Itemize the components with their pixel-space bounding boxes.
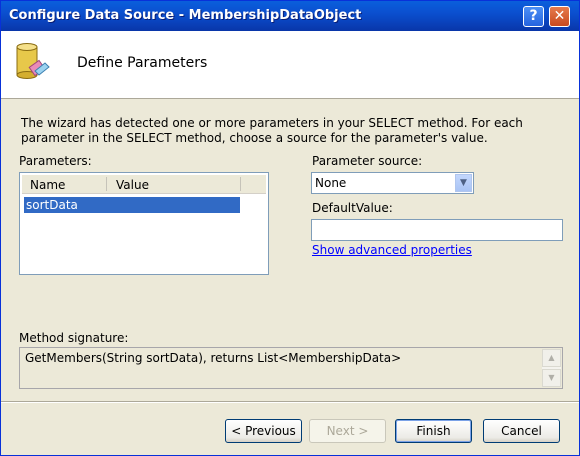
method-signature-label: Method signature: (19, 331, 129, 345)
column-header-name[interactable]: Name (30, 178, 65, 192)
vertical-scrollbar[interactable]: ▲ ▼ (542, 349, 561, 387)
finish-button[interactable]: Finish (395, 419, 472, 443)
chevron-down-icon[interactable]: ▼ (455, 174, 472, 192)
wizard-header: Define Parameters (1, 31, 579, 99)
previous-button[interactable]: < Previous (225, 419, 302, 443)
parameter-source-select[interactable]: None ▼ (311, 172, 474, 194)
title-bar: Configure Data Source - MembershipDataOb… (1, 1, 579, 31)
footer-divider-highlight (1, 402, 579, 403)
configure-data-source-dialog: Configure Data Source - MembershipDataOb… (0, 0, 580, 456)
wizard-description: The wizard has detected one or more para… (21, 116, 523, 145)
parameters-list-header: Name Value (22, 175, 266, 194)
parameter-row-sortdata[interactable]: sortData (24, 197, 240, 213)
next-button[interactable]: Next > (309, 419, 386, 443)
cancel-button[interactable]: Cancel (483, 419, 560, 443)
default-value-label: DefaultValue: (312, 201, 393, 215)
help-button[interactable]: ? (523, 6, 544, 27)
parameter-source-label: Parameter source: (312, 154, 423, 168)
database-icon (16, 43, 50, 79)
show-advanced-properties-link[interactable]: Show advanced properties (312, 243, 472, 257)
column-header-value[interactable]: Value (116, 178, 149, 192)
method-signature-value: GetMembers(String sortData), returns Lis… (25, 351, 402, 365)
column-divider[interactable] (240, 177, 241, 191)
page-title: Define Parameters (77, 55, 208, 71)
default-value-input[interactable] (311, 219, 563, 241)
column-divider[interactable] (106, 177, 107, 191)
parameters-list[interactable]: Name Value sortData (19, 172, 269, 275)
parameter-source-value: None (315, 176, 347, 190)
method-signature-box: GetMembers(String sortData), returns Lis… (19, 347, 563, 389)
close-button[interactable]: ✕ (549, 6, 570, 27)
scroll-down-icon[interactable]: ▼ (542, 369, 561, 387)
window-title: Configure Data Source - MembershipDataOb… (9, 8, 362, 23)
scroll-up-icon[interactable]: ▲ (542, 349, 561, 367)
parameters-label: Parameters: (19, 154, 92, 168)
